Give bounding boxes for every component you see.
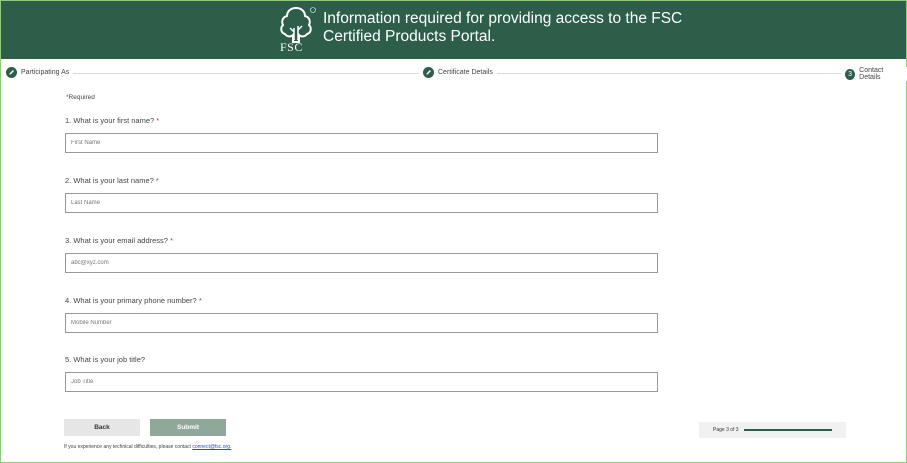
step-number: 3 bbox=[845, 68, 856, 80]
required-note: *Required bbox=[66, 94, 95, 101]
question-last-name: 2. What is your last name? * bbox=[65, 176, 665, 213]
question-first-name: 1. What is your first name? * bbox=[65, 116, 665, 153]
question-label: 3. What is your email address? * bbox=[65, 236, 665, 245]
step-participating-as[interactable]: Participating As bbox=[2, 67, 74, 78]
footer-note: If you experience any technical difficul… bbox=[64, 444, 231, 450]
question-label: 1. What is your first name? * bbox=[65, 116, 665, 125]
header-banner: FSC Information required for providing a… bbox=[1, 1, 906, 59]
step-label: Contact Details bbox=[859, 67, 884, 81]
fsc-logo: FSC bbox=[275, 4, 317, 56]
phone-input[interactable] bbox=[65, 313, 658, 333]
required-star: * bbox=[156, 116, 160, 125]
required-star: * bbox=[170, 236, 173, 245]
first-name-input[interactable] bbox=[65, 133, 658, 153]
job-title-input[interactable] bbox=[65, 372, 658, 392]
page-progress-fill bbox=[743, 429, 832, 431]
question-text: 3. What is your email address? bbox=[65, 236, 168, 245]
progress-stepper: Participating As Certificate Details 3 C… bbox=[0, 64, 907, 84]
question-text: 1. What is your first name? bbox=[65, 116, 155, 125]
question-label: 4. What is your primary phone number? * bbox=[65, 296, 665, 305]
step-label: Certificate Details bbox=[438, 69, 493, 76]
question-text: 2. What is your last name? bbox=[65, 176, 154, 185]
email-input[interactable] bbox=[65, 253, 658, 273]
question-phone: 4. What is your primary phone number? * bbox=[65, 296, 665, 333]
question-email: 3. What is your email address? * bbox=[65, 236, 665, 273]
pencil-icon bbox=[6, 67, 17, 78]
required-star: * bbox=[155, 176, 159, 185]
question-job-title: 5. What is your job title? bbox=[65, 355, 665, 392]
fsc-logo-text: FSC bbox=[280, 40, 303, 54]
question-text: 4. What is your primary phone number? bbox=[65, 296, 197, 305]
required-note-text: Required bbox=[68, 94, 95, 101]
back-button[interactable]: Back bbox=[64, 419, 140, 436]
step-contact-details[interactable]: 3 Contact Details bbox=[841, 67, 907, 81]
page-progress-bar bbox=[743, 429, 832, 431]
required-star: * bbox=[198, 296, 202, 305]
question-label: 2. What is your last name? * bbox=[65, 176, 665, 185]
step-label: Participating As bbox=[21, 69, 70, 76]
page-indicator: Page 3 of 3 bbox=[699, 422, 846, 438]
page-title: Information required for providing acces… bbox=[323, 10, 683, 45]
step-certificate-details[interactable]: Certificate Details bbox=[419, 67, 497, 78]
pencil-icon bbox=[423, 67, 434, 78]
question-text: 5. What is your job title? bbox=[65, 355, 146, 364]
submit-button[interactable]: Submit bbox=[150, 419, 226, 436]
contact-email-link[interactable]: connect@fsc.org. bbox=[192, 444, 231, 450]
page-text: Page 3 of 3 bbox=[713, 427, 739, 433]
question-label: 5. What is your job title? bbox=[65, 355, 665, 364]
last-name-input[interactable] bbox=[65, 193, 658, 213]
footer-note-text: If you experience any technical difficul… bbox=[64, 444, 193, 450]
